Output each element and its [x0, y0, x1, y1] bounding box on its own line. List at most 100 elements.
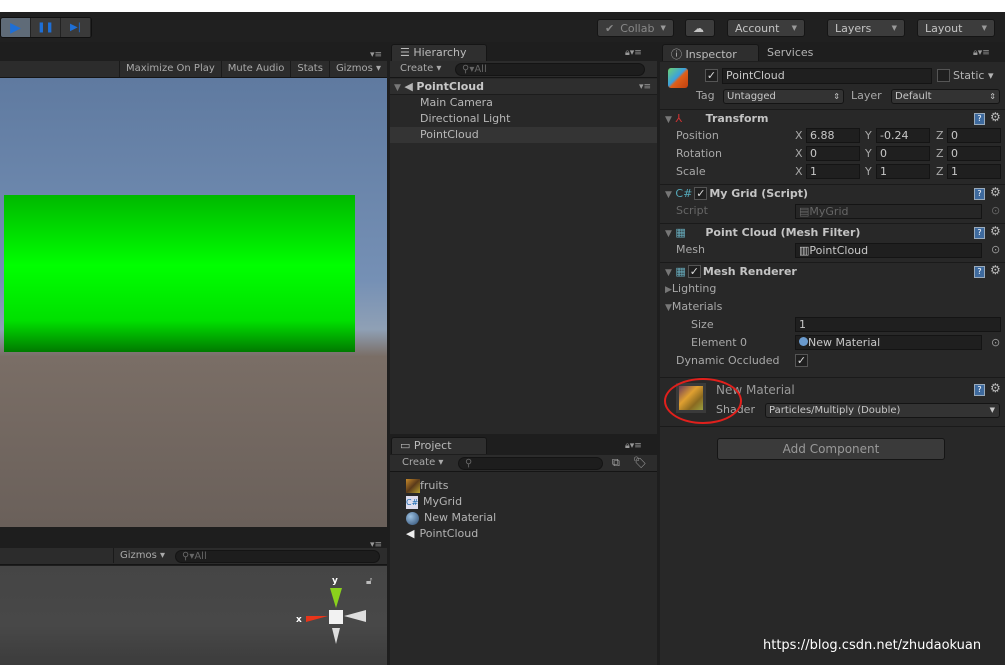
project-search-input[interactable]: ⚲ [458, 457, 603, 470]
scale-z-input[interactable]: 1 [947, 164, 1001, 179]
create-label: Create [400, 63, 434, 74]
step-button[interactable]: ▶| [61, 18, 91, 37]
help-book-icon[interactable]: ? [974, 266, 985, 278]
list-item[interactable]: ◀ PointCloud [406, 526, 656, 542]
y-label: Y [865, 165, 872, 178]
enabled-checkbox[interactable]: ✓ [687, 265, 701, 278]
lock-icon[interactable]: 🔒︎▾≡ [625, 48, 642, 58]
filter-by-label-icon[interactable]: 🏷︎ [633, 456, 647, 469]
list-item[interactable]: Main Camera [390, 95, 657, 111]
mesh-field[interactable]: ▥PointCloud [795, 243, 982, 258]
gear-icon[interactable]: ⚙ [990, 185, 1001, 199]
enabled-checkbox[interactable]: ✓ [694, 187, 708, 200]
play-button[interactable]: ▶ [1, 18, 31, 37]
y-label: Y [865, 147, 872, 160]
object-name-input[interactable]: PointCloud [722, 68, 932, 84]
meshrenderer-header[interactable]: ▼ ▦ ✓ Mesh Renderer [665, 265, 797, 278]
layout-dropdown[interactable]: Layout ▼ [917, 19, 995, 37]
meshfilter-header[interactable]: ▼ ▦ Point Cloud (Mesh Filter) [665, 226, 860, 239]
help-book-icon[interactable]: ? [974, 384, 985, 396]
divider [660, 184, 1005, 185]
rotation-y-input[interactable]: 0 [876, 146, 930, 161]
gear-icon[interactable]: ⚙ [990, 381, 1001, 395]
gameobject-cube-icon [668, 68, 688, 88]
help-book-icon[interactable]: ? [974, 227, 985, 239]
tab-project[interactable]: ▭ Project [391, 437, 487, 454]
help-book-icon[interactable]: ? [974, 113, 985, 125]
tab-hierarchy[interactable]: ☰ Hierarchy [391, 44, 487, 61]
z-label: Z [936, 165, 944, 178]
layer-dropdown[interactable]: Default ⇕ [891, 89, 1000, 104]
object-picker-icon[interactable]: ⊙ [991, 243, 1000, 256]
shader-dropdown[interactable]: Particles/Multiply (Double) ▼ [765, 403, 1000, 418]
transform-header[interactable]: ▼ ⅄ Transform [665, 112, 1005, 125]
list-item[interactable]: C# MyGrid [406, 494, 656, 510]
search-placeholder: All [474, 64, 487, 75]
list-item[interactable]: PointCloud [390, 127, 657, 143]
gizmos-dropdown[interactable]: Gizmos ▾ [328, 61, 387, 77]
help-book-icon[interactable]: ? [974, 188, 985, 200]
component-title: Mesh Renderer [702, 265, 797, 278]
hierarchy-search-input[interactable]: ⚲▾All [455, 63, 645, 76]
account-dropdown[interactable]: Account ▼ [727, 19, 805, 37]
mute-audio-toggle[interactable]: Mute Audio [220, 61, 291, 77]
script-field: ▤MyGrid [795, 204, 982, 219]
scene-menu-icon[interactable]: ▾≡ [639, 79, 651, 95]
materials-foldout[interactable]: ▼Materials [665, 300, 722, 313]
scale-y-input[interactable]: 1 [876, 164, 930, 179]
gizmos-label: Gizmos [335, 63, 373, 74]
rotation-x-input[interactable]: 0 [806, 146, 860, 161]
lighting-foldout[interactable]: ▶Lighting [665, 282, 716, 295]
tab-services[interactable]: Services [767, 46, 813, 59]
scale-x-input[interactable]: 1 [806, 164, 860, 179]
static-checkbox[interactable] [937, 69, 950, 82]
stats-toggle[interactable]: Stats [290, 61, 329, 77]
lock-icon[interactable]: 🔒︎▾≡ [973, 48, 990, 58]
gear-icon[interactable]: ⚙ [990, 110, 1001, 124]
layers-label: Layers [835, 21, 872, 35]
scene-search-input[interactable]: ⚲▾All [175, 550, 380, 563]
gear-icon[interactable]: ⚙ [990, 263, 1001, 277]
filter-by-type-icon[interactable]: ⧉ [612, 456, 620, 470]
rotation-label: Rotation [676, 147, 723, 160]
divider [660, 426, 1005, 427]
position-x-input[interactable]: 6.88 [806, 128, 860, 143]
tab-label: Inspector [685, 48, 737, 61]
element-0-field[interactable]: New Material [795, 335, 982, 350]
pause-button[interactable]: ❚❚ [31, 18, 61, 37]
rotation-z-input[interactable]: 0 [947, 146, 1001, 161]
cloud-button[interactable]: ☁ [685, 19, 715, 37]
static-dropdown[interactable]: Static ▾ [953, 69, 993, 82]
hierarchy-create-dropdown[interactable]: Create ▾ [394, 61, 447, 76]
object-picker-icon[interactable]: ⊙ [991, 204, 1000, 217]
lock-icon[interactable]: 🔓︎ [366, 576, 372, 587]
collab-button[interactable]: ✔ Collab ▼ [597, 19, 674, 37]
mygrid-header[interactable]: ▼ C# ✓ My Grid (Script) [665, 187, 808, 200]
gear-icon[interactable]: ⚙ [990, 224, 1001, 238]
scene-gizmos-dropdown[interactable]: Gizmos ▾ [113, 548, 171, 563]
project-list: fruits C# MyGrid New Material ◀ PointCloud [406, 478, 656, 542]
tab-inspector[interactable]: ⓘ Inspector [662, 44, 759, 61]
transform-axes-icon: ⅄ [675, 112, 683, 125]
dynamic-occluded-checkbox[interactable]: ✓ [795, 354, 808, 367]
maximize-on-play-toggle[interactable]: Maximize On Play [118, 61, 221, 77]
position-z-input[interactable]: 0 [947, 128, 1001, 143]
list-item[interactable]: Directional Light [390, 111, 657, 127]
scene-name: PointCloud [416, 80, 484, 93]
list-item[interactable]: fruits [406, 478, 656, 494]
tag-dropdown[interactable]: Untagged ⇕ [723, 89, 844, 104]
chevron-down-icon: ▼ [891, 24, 897, 32]
project-create-dropdown[interactable]: Create ▾ [396, 455, 449, 470]
layers-dropdown[interactable]: Layers ▼ [827, 19, 905, 37]
position-y-input[interactable]: -0.24 [876, 128, 930, 143]
lock-icon[interactable]: 🔒︎▾≡ [625, 441, 642, 451]
script-value: MyGrid [809, 205, 849, 218]
add-component-button[interactable]: Add Component [717, 438, 945, 460]
item-label: New Material [424, 511, 497, 524]
active-checkbox[interactable]: ✓ [705, 69, 718, 82]
panel-menu-icon[interactable]: ▾≡ [370, 50, 382, 60]
size-input[interactable]: 1 [795, 317, 1001, 332]
list-item[interactable]: New Material [406, 510, 656, 526]
object-picker-icon[interactable]: ⊙ [991, 336, 1000, 349]
scene-root-item[interactable]: ▼ ◀ PointCloud ▾≡ [390, 79, 657, 95]
